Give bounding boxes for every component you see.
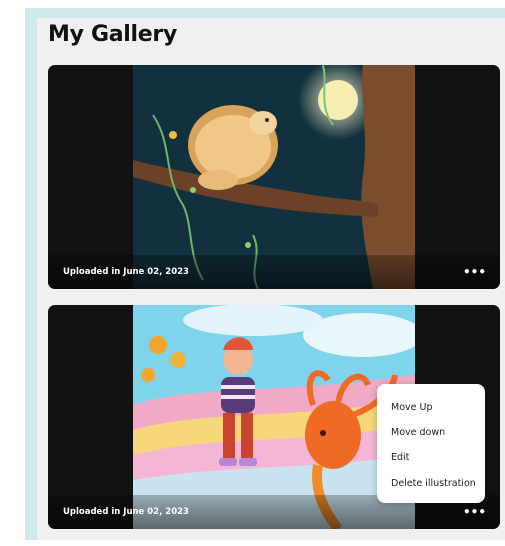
menu-item-move-down[interactable]: Move down: [391, 427, 445, 438]
more-horizontal-icon[interactable]: •••: [463, 266, 486, 278]
menu-item-delete-illustration[interactable]: Delete illustration: [391, 478, 476, 489]
menu-item-edit[interactable]: Edit: [391, 452, 409, 463]
upload-date: Uploaded in June 02, 2023: [63, 507, 189, 517]
upload-date: Uploaded in June 02, 2023: [63, 267, 189, 277]
more-horizontal-icon[interactable]: •••: [463, 506, 486, 518]
context-menu: Move Up Move down Edit Delete illustrati…: [377, 384, 485, 503]
page-title: My Gallery: [48, 22, 177, 47]
gallery-card[interactable]: Uploaded in June 02, 2023 •••: [48, 65, 500, 289]
menu-item-move-up[interactable]: Move Up: [391, 402, 432, 413]
